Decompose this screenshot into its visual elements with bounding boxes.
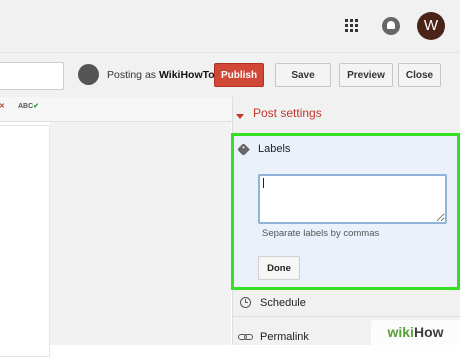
publish-button[interactable]: Publish <box>214 63 264 87</box>
labels-title[interactable]: Labels <box>258 143 290 155</box>
link-icon <box>238 334 253 340</box>
permalink-label[interactable]: Permalink <box>260 331 309 343</box>
labels-hint: Separate labels by commas <box>262 228 380 239</box>
close-button[interactable]: Close <box>398 63 441 87</box>
account-avatar[interactable]: W <box>417 12 445 40</box>
posting-user: WikiHowTo <box>158 69 215 81</box>
spellcheck-icon[interactable]: ABC✔ <box>18 102 39 110</box>
wikihow-watermark: wikiHow <box>371 320 460 345</box>
user-avatar <box>78 64 99 85</box>
collapse-arrow-icon[interactable] <box>236 114 244 119</box>
clock-icon <box>240 297 251 308</box>
save-button[interactable]: Save <box>275 63 331 87</box>
preview-button[interactable]: Preview <box>339 63 393 87</box>
apps-grid-icon[interactable] <box>345 19 359 33</box>
labels-input[interactable] <box>258 174 447 224</box>
post-title-input[interactable] <box>0 62 64 90</box>
post-settings-title[interactable]: Post settings <box>253 106 322 120</box>
done-button[interactable]: Done <box>258 256 300 280</box>
editor-pane: ✕ ABC✔ <box>0 97 233 357</box>
top-bar: W <box>0 0 460 52</box>
bell-icon[interactable] <box>382 17 400 35</box>
schedule-label[interactable]: Schedule <box>260 297 306 309</box>
editor-toolbar: ✕ ABC✔ <box>0 97 232 122</box>
post-toolbar: Posting as WikiHowTo Publish Save Previe… <box>0 52 460 98</box>
editor-background <box>50 122 231 345</box>
text-cursor <box>263 178 264 188</box>
posting-as-text: Posting as WikiHowTo <box>107 69 215 81</box>
format-icon[interactable]: ✕ <box>0 102 5 110</box>
editor-content-area[interactable] <box>0 125 50 357</box>
